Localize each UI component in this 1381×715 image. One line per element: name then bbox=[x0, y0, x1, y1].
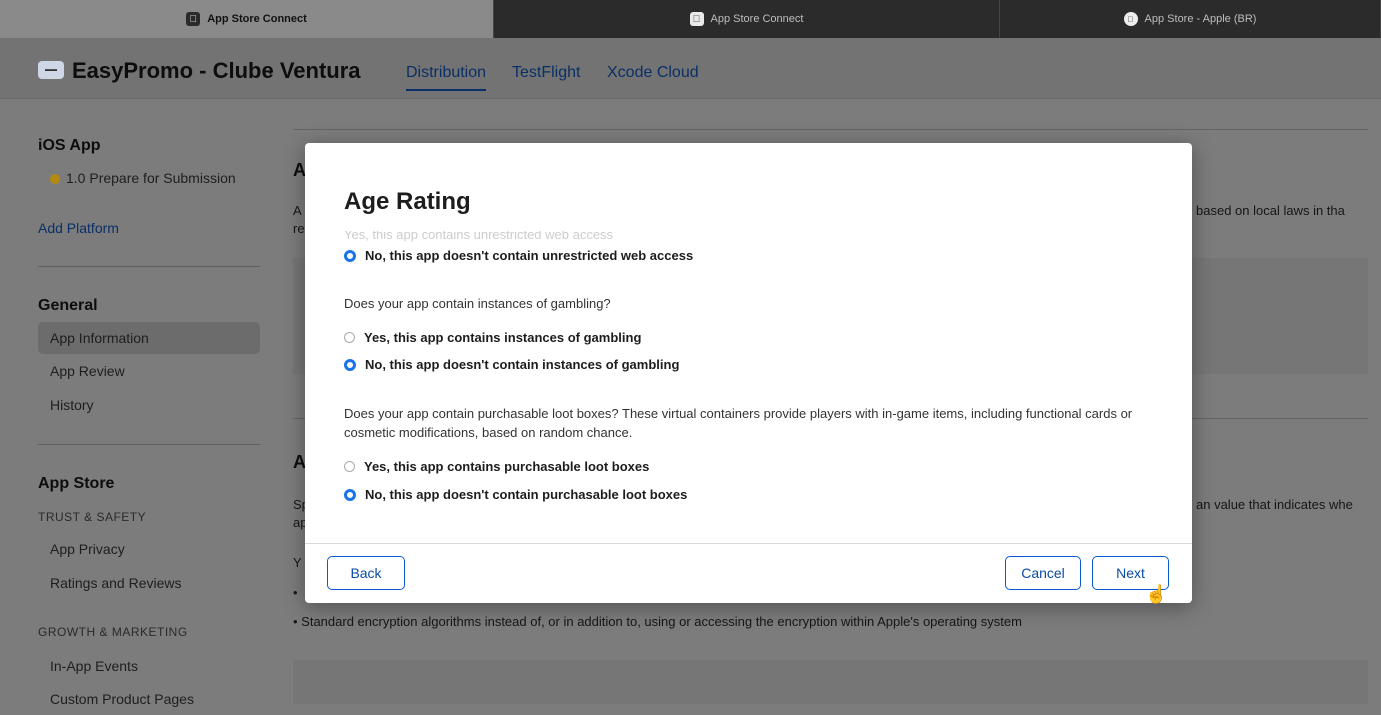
section-text: A bbox=[293, 203, 302, 218]
app-title[interactable]: EasyPromo - Clube Ventura bbox=[72, 58, 361, 84]
modal-title: Age Rating bbox=[344, 188, 471, 215]
app-header: ▬▬ EasyPromo - Clube Ventura ⌄ Distribut… bbox=[0, 38, 1381, 99]
age-rating-modal: Age Rating Yes, this app contains unrest… bbox=[305, 143, 1192, 603]
browser-tab-app-store-apple[interactable]:  App Store - Apple (BR) bbox=[1000, 0, 1381, 38]
bullet-text: • Standard encryption algorithms instead… bbox=[293, 614, 1022, 629]
cancel-button[interactable]: Cancel bbox=[1005, 556, 1081, 590]
lootbox-question: Does your app contain purchasable loot b… bbox=[344, 406, 1133, 440]
gambling-no-option[interactable]: No, this app doesn't contain instances o… bbox=[344, 357, 679, 372]
version-label: 1.0 Prepare for Submission bbox=[66, 170, 236, 186]
sidebar: iOS App 1.0 Prepare for Submission Add P… bbox=[0, 99, 280, 707]
add-platform-link[interactable]: Add Platform bbox=[38, 220, 119, 236]
tab-title: App Store Connect bbox=[207, 13, 307, 25]
lootbox-no-option[interactable]: No, this app doesn't contain purchasable… bbox=[344, 487, 687, 502]
tab-distribution[interactable]: Distribution bbox=[406, 64, 487, 91]
section-text: an value that indicates whe bbox=[1196, 497, 1353, 512]
browser-tab-bar:  App Store Connect  App Store Connect … bbox=[0, 0, 1381, 38]
tab-xcode-cloud[interactable]: Xcode Cloud bbox=[607, 64, 699, 82]
option-label: Yes, this app contains purchasable loot … bbox=[364, 459, 650, 474]
radio-selected-icon[interactable] bbox=[344, 488, 356, 501]
option-label: No, this app doesn't contain purchasable… bbox=[365, 487, 688, 502]
option-label: Yes, this app contains instances of gamb… bbox=[364, 330, 642, 345]
divider bbox=[293, 129, 1368, 130]
hand-pointer-icon: ☝ bbox=[1145, 584, 1168, 604]
sidebar-item-in-app-events[interactable]: In-App Events bbox=[38, 650, 260, 682]
divider bbox=[38, 444, 260, 445]
sidebar-item-history[interactable]: History bbox=[38, 389, 260, 421]
browser-tab-app-store-connect[interactable]:  App Store Connect bbox=[0, 0, 494, 38]
sidebar-item-ratings-reviews[interactable]: Ratings and Reviews bbox=[38, 567, 260, 599]
radio-selected-icon[interactable] bbox=[344, 249, 356, 262]
sidebar-caption-growth: GROWTH & MARKETING bbox=[38, 625, 188, 639]
back-button[interactable]: Back bbox=[327, 556, 405, 590]
apple-icon:  bbox=[1123, 12, 1138, 26]
content-panel bbox=[293, 660, 1368, 704]
radio-selected-icon[interactable] bbox=[344, 358, 356, 371]
gambling-yes-option[interactable]: Yes, this app contains instances of gamb… bbox=[344, 330, 641, 345]
apple-icon:  bbox=[689, 12, 704, 26]
gambling-question: Does your app contain instances of gambl… bbox=[344, 296, 611, 311]
status-icon bbox=[50, 174, 60, 184]
lootbox-yes-option[interactable]: Yes, this app contains purchasable loot … bbox=[344, 459, 649, 474]
option-label: No, this app doesn't contain instances o… bbox=[365, 357, 680, 372]
faded-option: Yes, this app contains unrestricted web … bbox=[344, 231, 614, 242]
apple-icon:  bbox=[186, 12, 201, 26]
tab-title: App Store - Apple (BR) bbox=[1144, 13, 1257, 25]
sidebar-heading-app-store: App Store bbox=[38, 475, 115, 492]
sidebar-heading-ios: iOS App bbox=[38, 137, 101, 154]
sidebar-item-app-review[interactable]: App Review bbox=[38, 355, 260, 387]
modal-footer: Back Cancel Next bbox=[305, 543, 1192, 603]
section-text: based on local laws in tha bbox=[1196, 203, 1345, 218]
option-label: No, this app doesn't contain unrestricte… bbox=[365, 248, 694, 263]
tab-title: App Store Connect bbox=[710, 13, 804, 25]
sidebar-item-version[interactable]: 1.0 Prepare for Submission bbox=[38, 162, 260, 194]
web-access-no-option[interactable]: No, this app doesn't contain unrestricte… bbox=[344, 248, 693, 263]
sidebar-heading-general: General bbox=[38, 297, 98, 314]
sidebar-item-app-information[interactable]: App Information bbox=[38, 322, 260, 354]
modal-scroll-area[interactable]: Yes, this app contains unrestricted web … bbox=[305, 231, 1192, 543]
app-icon: ▬▬ bbox=[38, 61, 64, 79]
tab-testflight[interactable]: TestFlight bbox=[512, 64, 580, 82]
divider bbox=[38, 266, 260, 267]
chevron-down-icon[interactable]: ⌄ bbox=[265, 62, 276, 78]
radio-icon[interactable] bbox=[344, 461, 355, 472]
browser-tab-app-store-connect-2[interactable]:  App Store Connect bbox=[494, 0, 1000, 38]
section-text: Y bbox=[293, 555, 302, 570]
section-text: re bbox=[293, 221, 305, 236]
sidebar-caption-trust: TRUST & SAFETY bbox=[38, 510, 147, 524]
sidebar-item-custom-product-pages[interactable]: Custom Product Pages bbox=[38, 683, 260, 715]
sidebar-item-app-privacy[interactable]: App Privacy bbox=[38, 533, 260, 565]
bullet: • bbox=[293, 585, 298, 600]
radio-icon[interactable] bbox=[344, 332, 355, 343]
